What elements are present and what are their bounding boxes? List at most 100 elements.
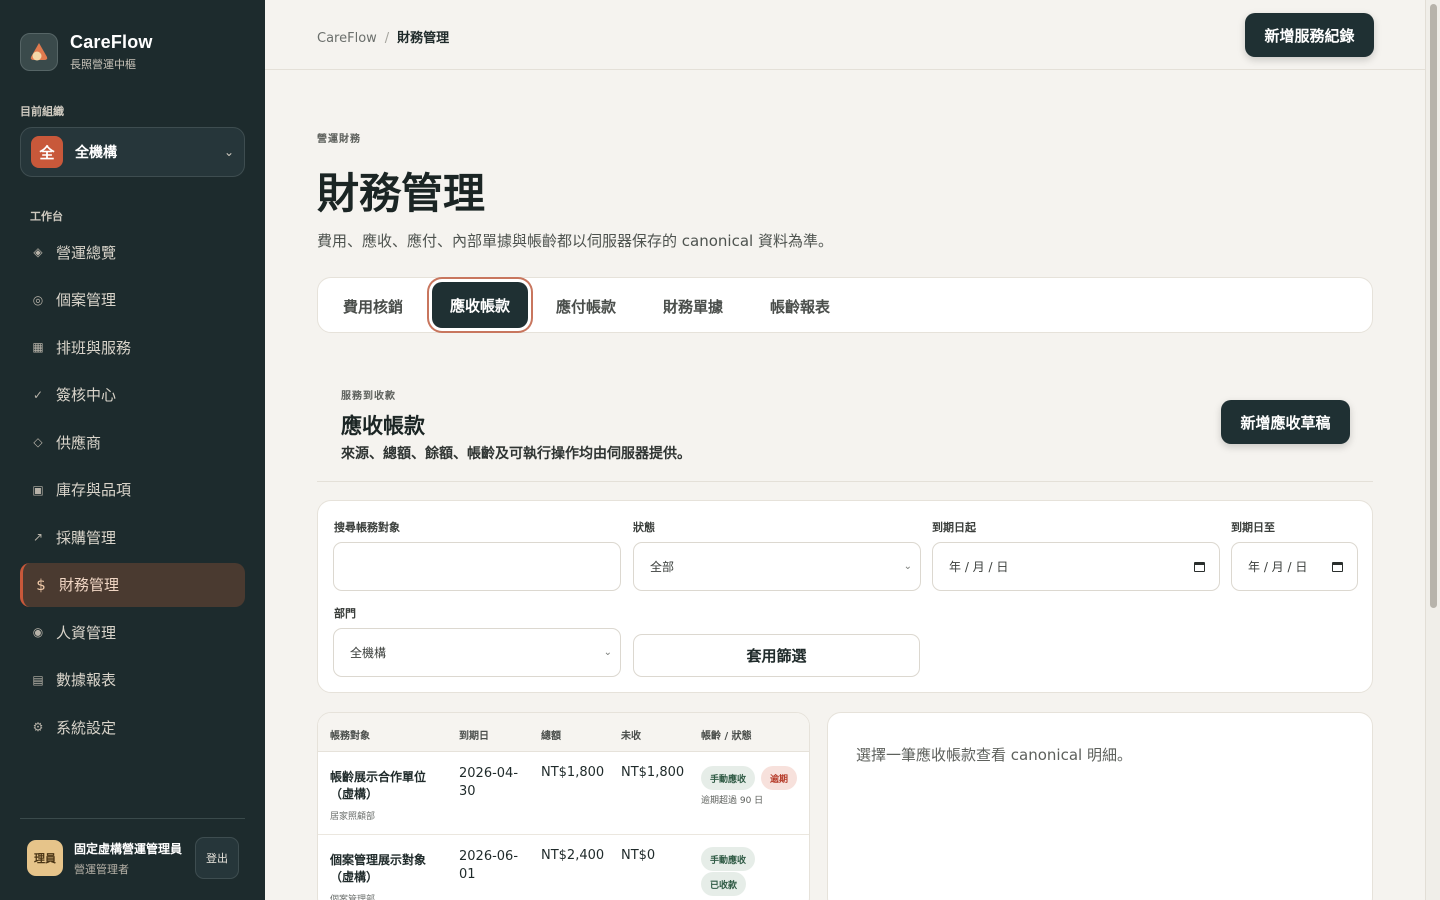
sidebar-item-label: 系統設定 bbox=[56, 718, 117, 737]
tab-aging-report[interactable]: 帳齡報表 bbox=[770, 290, 830, 322]
sidebar-item-reports[interactable]: ▤ 數據報表 bbox=[20, 658, 245, 702]
row-total: NT$1,800 bbox=[541, 765, 605, 780]
column-header-aging-status: 帳齡 / 狀態 bbox=[701, 731, 752, 742]
page-description: 費用、應收、應付、內部單據與帳齡都以伺服器保存的 canonical 資料為準。 bbox=[317, 232, 833, 250]
arrow-up-right-icon: ↗ bbox=[32, 530, 44, 544]
sidebar-item-label: 數據報表 bbox=[56, 671, 117, 689]
column-header-outstanding: 未收 bbox=[621, 731, 641, 742]
person-icon: ◉ bbox=[32, 625, 44, 639]
sidebar-item-hr[interactable]: ◉ 人資管理 bbox=[20, 610, 245, 654]
row-due-date: 2026-04-30 bbox=[459, 766, 519, 799]
sidebar-item-scheduling[interactable]: ▦ 排班與服務 bbox=[20, 325, 245, 369]
row-party-name: 帳齡展示合作單位（虛構） bbox=[330, 770, 427, 801]
report-icon: ▤ bbox=[32, 672, 44, 687]
table-row[interactable]: 帳齡展示合作單位（虛構） 居家照顧部 2026-04-30 NT$1,800 N… bbox=[318, 752, 809, 835]
calendar-icon[interactable] bbox=[1332, 561, 1343, 572]
section-divider bbox=[317, 481, 1373, 482]
scheduling-icon: ▦ bbox=[32, 340, 44, 354]
status-badge: 逾期 bbox=[761, 766, 798, 790]
tab-expense-reimbursement[interactable]: 費用核銷 bbox=[343, 290, 403, 322]
apply-filter-button[interactable]: 套用篩選 bbox=[633, 634, 920, 677]
receivable-detail-panel: 選擇一筆應收帳款查看 canonical 明細。 bbox=[827, 712, 1373, 900]
row-outstanding: NT$1,800 bbox=[621, 765, 685, 780]
row-outstanding: NT$0 bbox=[621, 848, 656, 863]
add-service-record-button[interactable]: 新增服務紀錄 bbox=[1245, 13, 1374, 57]
status-badge: 手動應收 bbox=[701, 847, 756, 871]
gear-icon: ⚙ bbox=[32, 720, 44, 734]
org-select[interactable]: 全 全機構 ⌄ bbox=[20, 127, 245, 177]
sidebar-item-label: 簽核中心 bbox=[56, 386, 117, 404]
sidebar-item-inventory[interactable]: ▣ 庫存與品項 bbox=[20, 468, 245, 512]
topbar: CareFlow / 財務管理 新增服務紀錄 bbox=[265, 0, 1425, 70]
due-from-label: 到期日起 bbox=[932, 521, 976, 534]
section-description: 來源、總額、餘額、帳齡及可執行操作均由伺服器提供。 bbox=[341, 446, 691, 462]
page-eyebrow: 營運財務 bbox=[317, 134, 361, 145]
sidebar-nav: ◈ 營運總覽 ◎ 個案管理 ▦ 排班與服務 ✓ 簽核中心 ◇ 供應商 ▣ 庫存與品項 ↗ 採購… bbox=[20, 230, 245, 753]
breadcrumb: CareFlow / 財務管理 bbox=[317, 27, 449, 46]
column-header-party: 帳務對象 bbox=[330, 731, 370, 742]
brand[interactable]: CareFlow 長照營運中樞 bbox=[20, 32, 153, 72]
finance-tabs: 費用核銷 應收帳款 應付帳款 財務單據 帳齡報表 bbox=[317, 277, 1373, 333]
sidebar-item-procurement[interactable]: ↗ 採購管理 bbox=[20, 515, 245, 559]
status-selected-value: 全部 bbox=[650, 560, 675, 574]
sidebar-item-label: 人資管理 bbox=[56, 623, 117, 642]
chevron-down-icon: ⌄ bbox=[903, 561, 912, 572]
table-row[interactable]: 個案管理展示對象（虛構） 個案管理部 2026-06-01 NT$2,400 N… bbox=[318, 835, 809, 900]
section-title: 應收帳款 bbox=[341, 413, 425, 438]
org-avatar: 全 bbox=[31, 136, 63, 168]
tab-accounts-receivable[interactable]: 應收帳款 bbox=[432, 282, 529, 328]
department-label: 部門 bbox=[334, 607, 356, 620]
tab-accounts-payable[interactable]: 應付帳款 bbox=[556, 290, 616, 322]
sidebar-item-label: 個案管理 bbox=[56, 291, 117, 309]
row-department: 個案管理部 bbox=[330, 895, 376, 900]
org-name: 全機構 bbox=[75, 145, 117, 161]
table-header: 帳務對象 到期日 總額 未收 帳齡 / 狀態 bbox=[318, 713, 809, 752]
add-receivable-draft-button[interactable]: 新增應收草稿 bbox=[1221, 400, 1350, 444]
row-department: 居家照顧部 bbox=[330, 812, 376, 822]
careflow-logo-icon bbox=[20, 33, 58, 71]
sidebar-item-overview[interactable]: ◈ 營運總覽 bbox=[20, 230, 245, 274]
user-name: 固定虛構營運管理員 bbox=[74, 841, 183, 856]
dollar-icon: $ bbox=[36, 575, 46, 594]
sidebar-item-settings[interactable]: ⚙ 系統設定 bbox=[20, 705, 245, 749]
sidebar-item-cases[interactable]: ◎ 個案管理 bbox=[20, 278, 245, 322]
detail-placeholder: 選擇一筆應收帳款查看 canonical 明細。 bbox=[856, 746, 1132, 764]
sidebar-item-suppliers[interactable]: ◇ 供應商 bbox=[20, 420, 245, 464]
calendar-icon[interactable] bbox=[1194, 561, 1205, 572]
chevron-down-icon: ⌄ bbox=[603, 647, 612, 658]
user-panel: 理員 固定虛構營運管理員 營運管理者 登出 bbox=[27, 837, 239, 879]
section-eyebrow: 服務到收款 bbox=[341, 391, 396, 402]
scrollbar-thumb[interactable] bbox=[1430, 4, 1437, 608]
diamond-icon: ◇ bbox=[33, 435, 43, 449]
aging-note: 逾期超過 90 日 bbox=[701, 796, 764, 806]
inventory-icon: ▣ bbox=[32, 482, 44, 497]
due-to-date-input[interactable]: 年 / 月 / 日 bbox=[1231, 542, 1358, 591]
due-from-value: 年 / 月 / 日 bbox=[949, 560, 1009, 574]
sidebar-item-label: 庫存與品項 bbox=[56, 481, 132, 499]
due-from-date-input[interactable]: 年 / 月 / 日 bbox=[932, 542, 1220, 591]
sidebar-item-label: 財務管理 bbox=[59, 576, 120, 594]
sidebar-item-label: 營運總覽 bbox=[56, 243, 117, 262]
logout-button[interactable]: 登出 bbox=[195, 837, 239, 879]
department-selected-value: 全機構 bbox=[350, 646, 387, 660]
status-select[interactable]: 全部 ⌄ bbox=[633, 542, 921, 591]
department-select[interactable]: 全機構 ⌄ bbox=[333, 628, 621, 677]
user-role: 營運管理者 bbox=[74, 862, 129, 876]
sidebar-item-finance[interactable]: $ 財務管理 bbox=[20, 562, 245, 607]
receivables-table: 帳務對象 到期日 總額 未收 帳齡 / 狀態 帳齡展示合作單位（虛構） 居家照顧… bbox=[317, 712, 810, 900]
cases-icon: ◎ bbox=[32, 292, 44, 307]
column-header-due-date: 到期日 bbox=[459, 731, 489, 742]
page-scrollbar[interactable] bbox=[1425, 0, 1440, 900]
sidebar-item-approvals[interactable]: ✓ 簽核中心 bbox=[20, 373, 245, 417]
status-badge: 已收款 bbox=[701, 872, 747, 896]
breadcrumb-root[interactable]: CareFlow bbox=[317, 31, 377, 46]
search-input[interactable] bbox=[333, 542, 621, 591]
breadcrumb-separator: / bbox=[384, 31, 390, 46]
sidebar-item-label: 採購管理 bbox=[56, 528, 117, 547]
tab-finance-documents[interactable]: 財務單據 bbox=[663, 290, 723, 322]
sidebar-item-label: 供應商 bbox=[56, 433, 102, 452]
status-badge: 手動應收 bbox=[701, 766, 756, 790]
brand-name: CareFlow bbox=[70, 32, 153, 52]
sidebar-item-label: 排班與服務 bbox=[56, 338, 132, 357]
breadcrumb-current: 財務管理 bbox=[397, 31, 450, 46]
